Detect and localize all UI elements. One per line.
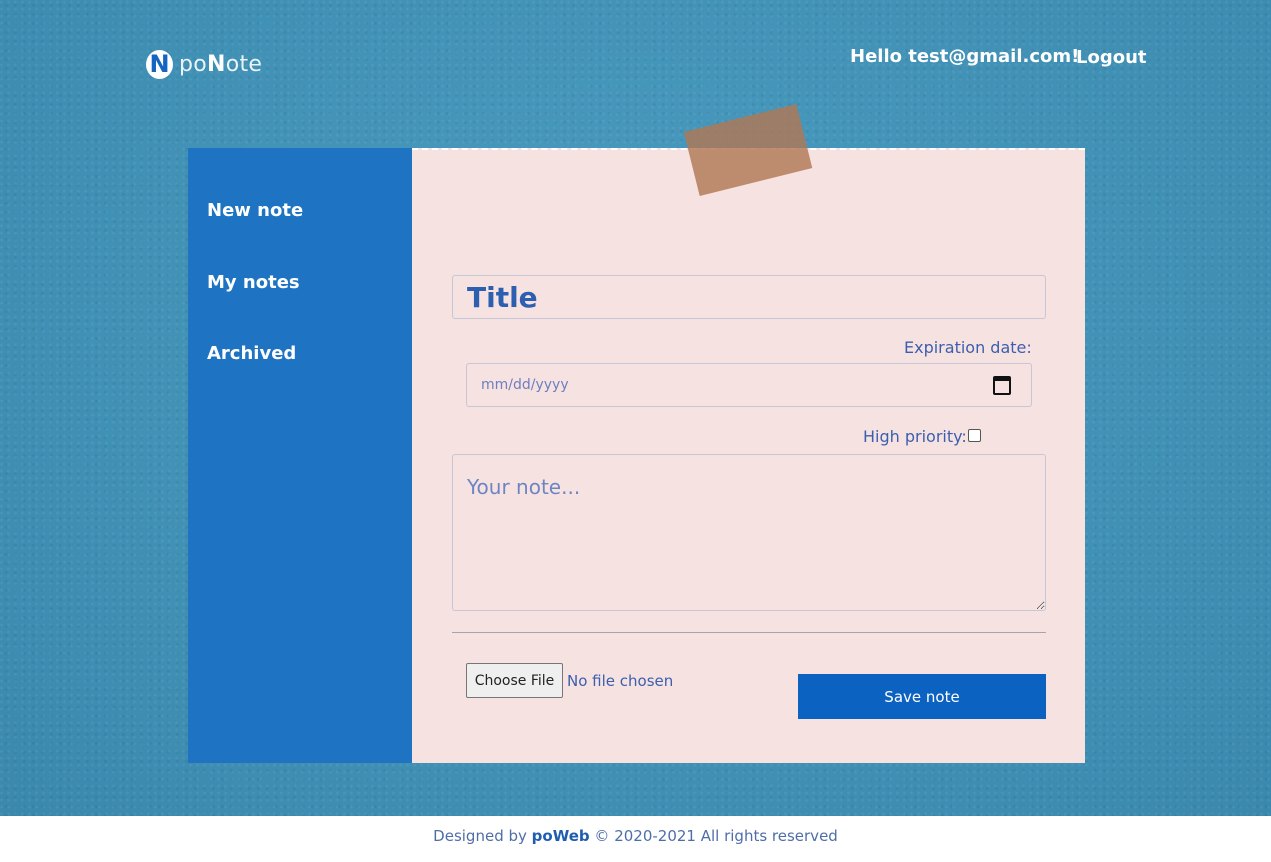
choose-file-button[interactable]: Choose File xyxy=(466,663,563,698)
note-textarea[interactable] xyxy=(452,454,1046,611)
file-status: No file chosen xyxy=(567,672,674,690)
sidebar-item-archived[interactable]: Archived xyxy=(207,343,296,364)
logo[interactable]: N poNote xyxy=(146,49,262,79)
sidebar-item-new-note[interactable]: New note xyxy=(207,200,303,221)
high-priority-label: High priority: xyxy=(863,427,967,446)
sidebar-item-my-notes[interactable]: My notes xyxy=(207,272,300,293)
logout-link[interactable]: Logout xyxy=(1076,47,1147,68)
logo-suffix: ote xyxy=(225,51,263,77)
user-greeting: Hello test@gmail.com! xyxy=(850,46,1080,67)
footer-brand[interactable]: poWeb xyxy=(532,827,590,845)
logo-mark-icon: N xyxy=(146,49,173,79)
high-priority-checkbox[interactable] xyxy=(968,429,981,442)
logo-text: poNote xyxy=(179,52,262,77)
expiration-date-label: Expiration date: xyxy=(904,338,1032,357)
footer: Designed by poWeb © 2020-2021 All rights… xyxy=(0,816,1271,862)
save-note-button[interactable]: Save note xyxy=(798,674,1046,719)
sidebar: New note My notes Archived xyxy=(188,148,412,763)
logo-bold: N xyxy=(207,51,226,77)
title-input[interactable] xyxy=(452,275,1046,319)
footer-prefix: Designed by xyxy=(433,827,527,845)
expiration-date-input[interactable]: mm/dd/yyyy xyxy=(466,363,1032,407)
date-placeholder: mm/dd/yyyy xyxy=(481,377,569,393)
logo-letter: N xyxy=(149,50,170,78)
calendar-icon[interactable] xyxy=(993,376,1011,395)
divider xyxy=(452,632,1046,633)
logo-prefix: po xyxy=(179,51,208,77)
footer-copyright: © 2020-2021 All rights reserved xyxy=(594,827,838,845)
